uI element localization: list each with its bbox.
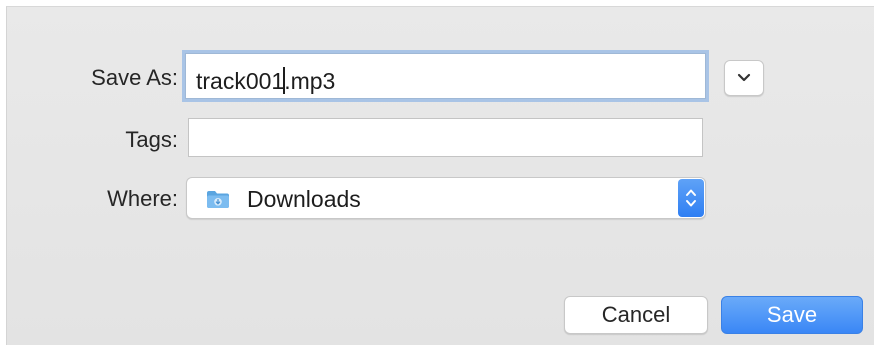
tags-label: Tags: [125,127,178,152]
save-as-field[interactable]: track001.mp3 [185,53,706,99]
save-button[interactable]: Save [721,296,863,334]
downloads-folder-icon [207,191,229,208]
filename-extension: .mp3 [284,68,336,94]
chevron-down-icon [737,73,751,82]
filename-stem: track001 [196,68,285,94]
save-as-value: track001.mp3 [196,67,335,94]
save-as-label: Save As: [91,65,178,90]
cancel-button[interactable]: Cancel [564,296,708,334]
where-selected-folder: Downloads [247,186,361,212]
up-down-arrows-icon [686,189,696,207]
popup-stepper[interactable] [678,179,704,217]
where-popup-button[interactable]: Downloads [186,177,706,219]
where-label: Where: [107,186,178,211]
expand-dialog-button[interactable] [724,60,764,96]
tags-field[interactable] [188,118,703,157]
